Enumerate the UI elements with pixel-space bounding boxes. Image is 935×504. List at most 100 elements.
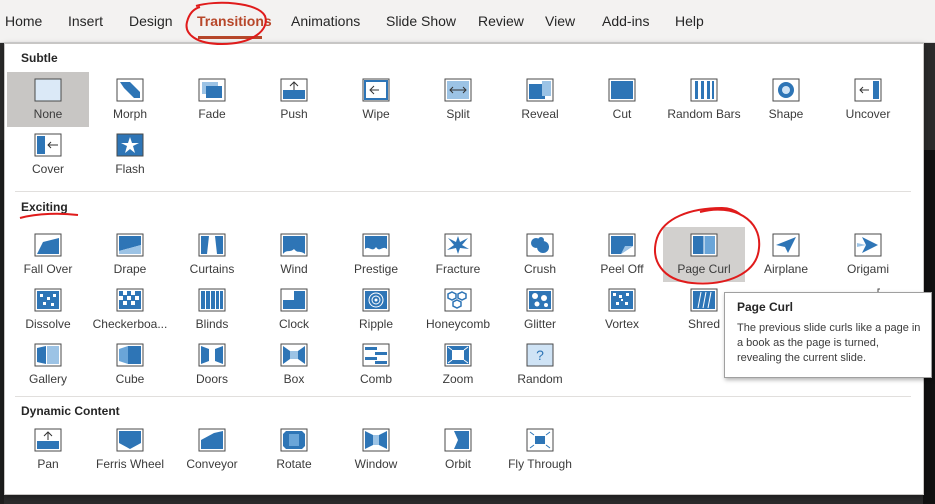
transition-gallery[interactable]: Gallery (7, 337, 89, 392)
cut-icon (608, 78, 636, 102)
transition-window[interactable]: Window (335, 422, 417, 477)
transition-label: Window (354, 457, 398, 471)
transition-label: Dissolve (25, 317, 71, 331)
transition-random-bars[interactable]: Random Bars (663, 72, 745, 127)
morph-icon (116, 78, 144, 102)
transition-fall-over[interactable]: Fall Over (7, 227, 89, 282)
transition-fly-through[interactable]: Fly Through (499, 422, 581, 477)
checkerboard-icon (116, 288, 144, 312)
transition-label: Random Bars (667, 107, 741, 121)
pan-icon (34, 428, 62, 452)
transition-fracture[interactable]: Fracture (417, 227, 499, 282)
transition-label: Zoom (442, 372, 474, 386)
transition-label: Crush (523, 262, 556, 276)
transition-comb[interactable]: Comb (335, 337, 417, 392)
transition-drape[interactable]: Drape (89, 227, 171, 282)
transition-label: Glitter (523, 317, 556, 331)
transition-label: Fall Over (23, 262, 73, 276)
transition-label: Gallery (28, 372, 67, 386)
reveal-icon (526, 78, 554, 102)
transition-cover[interactable]: Cover (7, 127, 89, 182)
page-curl-icon (690, 233, 718, 257)
transition-zoom[interactable]: Zoom (417, 337, 499, 392)
curtains-icon (198, 233, 226, 257)
transition-blinds[interactable]: Blinds (171, 282, 253, 337)
tab-insert[interactable]: Insert (68, 0, 103, 42)
transition-doors[interactable]: Doors (171, 337, 253, 392)
tab-help[interactable]: Help (675, 0, 704, 42)
transition-label: Cube (115, 372, 145, 386)
section-divider (15, 191, 911, 192)
transition-shape[interactable]: Shape (745, 72, 827, 127)
transition-label: Reveal (521, 107, 559, 121)
transition-crush[interactable]: Crush (499, 227, 581, 282)
transition-rotate[interactable]: Rotate (253, 422, 335, 477)
transition-vortex[interactable]: Vortex (581, 282, 663, 337)
transition-none[interactable]: None (7, 72, 89, 127)
transition-ferris-wheel[interactable]: Ferris Wheel (89, 422, 171, 477)
transition-conveyor[interactable]: Conveyor (171, 422, 253, 477)
transition-orbit[interactable]: Orbit (417, 422, 499, 477)
transition-cube[interactable]: Cube (89, 337, 171, 392)
tab-design[interactable]: Design (129, 0, 173, 42)
ferris-wheel-icon (116, 428, 144, 452)
transition-label: Random (517, 372, 563, 386)
tab-transitions[interactable]: Transitions (197, 0, 272, 42)
page-curl-tooltip: Page Curl The previous slide curls like … (724, 292, 932, 378)
transition-curtains[interactable]: Curtains (171, 227, 253, 282)
orbit-icon (444, 428, 472, 452)
transition-label: Morph (112, 107, 147, 121)
transition-wipe[interactable]: Wipe (335, 72, 417, 127)
fade-icon (198, 78, 226, 102)
tab-home[interactable]: Home (5, 0, 42, 42)
transition-random[interactable]: ? Random (499, 337, 581, 392)
transition-split[interactable]: Split (417, 72, 499, 127)
transition-honeycomb[interactable]: Honeycomb (417, 282, 499, 337)
transition-morph[interactable]: Morph (89, 72, 171, 127)
tab-slide-show[interactable]: Slide Show (386, 0, 456, 42)
transition-page-curl[interactable]: Page Curl (663, 227, 745, 282)
transition-label: Peel Off (600, 262, 644, 276)
wipe-icon (362, 78, 390, 102)
tab-animations[interactable]: Animations (291, 0, 360, 42)
transition-prestige[interactable]: Prestige (335, 227, 417, 282)
vortex-icon (608, 288, 636, 312)
transition-uncover[interactable]: Uncover (827, 72, 909, 127)
shape-icon (772, 78, 800, 102)
transition-clock[interactable]: Clock (253, 282, 335, 337)
section-title-dynamic-content: Dynamic Content (21, 404, 120, 418)
tab-review[interactable]: Review (478, 0, 524, 42)
section-title-subtle: Subtle (21, 51, 58, 65)
transition-pan[interactable]: Pan (7, 422, 89, 477)
comb-icon (362, 343, 390, 367)
transition-cut[interactable]: Cut (581, 72, 663, 127)
transition-flash[interactable]: Flash (89, 127, 171, 182)
transition-dissolve[interactable]: Dissolve (7, 282, 89, 337)
cover-icon (34, 133, 62, 157)
prestige-icon (362, 233, 390, 257)
transition-label: Shape (768, 107, 804, 121)
transition-label: Uncover (845, 107, 891, 121)
transition-reveal[interactable]: Reveal (499, 72, 581, 127)
fracture-icon (444, 233, 472, 257)
rotate-icon (280, 428, 308, 452)
transition-peel-off[interactable]: Peel Off (581, 227, 663, 282)
transition-box[interactable]: Box (253, 337, 335, 392)
transition-glitter[interactable]: Glitter (499, 282, 581, 337)
transition-airplane[interactable]: Airplane (745, 227, 827, 282)
tab-view[interactable]: View (545, 0, 575, 42)
uncover-icon (854, 78, 882, 102)
transition-wind[interactable]: Wind (253, 227, 335, 282)
none-icon (34, 78, 62, 102)
transition-label: Doors (195, 372, 228, 386)
transition-checkerboa[interactable]: Checkerboa... (89, 282, 171, 337)
transition-ripple[interactable]: Ripple (335, 282, 417, 337)
tab-add-ins[interactable]: Add-ins (602, 0, 649, 42)
shred-icon (690, 288, 718, 312)
transition-push[interactable]: Push (253, 72, 335, 127)
transition-origami[interactable]: Origami (827, 227, 909, 282)
crush-icon (526, 233, 554, 257)
transition-fade[interactable]: Fade (171, 72, 253, 127)
transition-label: Clock (278, 317, 309, 331)
transition-label: Cut (612, 107, 632, 121)
